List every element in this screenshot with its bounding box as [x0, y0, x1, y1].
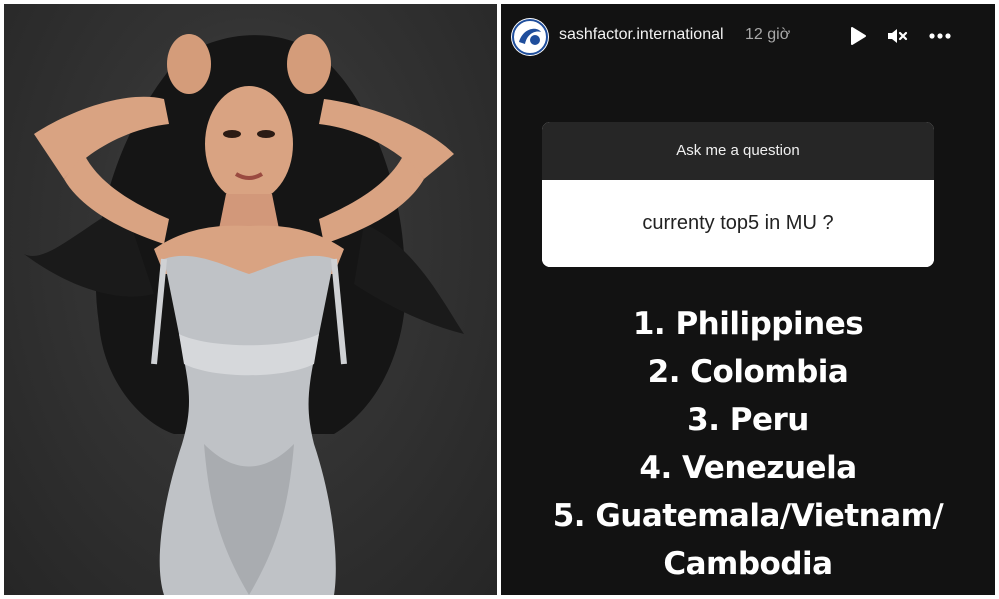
more-dots-icon[interactable] [928, 24, 952, 48]
model-photo [4, 4, 497, 595]
logo-icon [512, 19, 548, 55]
story-panel: sashfactor.international 12 giờ Ask me a… [501, 4, 995, 595]
question-text: currenty top5 in MU ? [542, 180, 934, 267]
account-username[interactable]: sashfactor.international [559, 26, 724, 44]
ranking-item: 2. Colombia [647, 354, 849, 390]
question-sticker-header: Ask me a question [542, 122, 934, 180]
ranking-item: 5. Guatemala/Vietnam/ [552, 498, 944, 534]
account-avatar[interactable] [511, 18, 549, 56]
ranking-item: Cambodia [663, 546, 833, 582]
ranking-item: 4. Venezuela [639, 450, 857, 486]
story-header: sashfactor.international 12 giờ [501, 4, 995, 66]
ranking-list: 1. Philippines 2. Colombia 3. Peru 4. Ve… [501, 300, 995, 588]
play-icon[interactable] [845, 24, 869, 48]
ranking-item: 3. Peru [687, 402, 809, 438]
speaker-muted-icon[interactable] [885, 24, 909, 48]
ranking-item: 1. Philippines [632, 306, 864, 342]
story-timestamp: 12 giờ [745, 26, 791, 43]
question-sticker: Ask me a question currenty top5 in MU ? [542, 122, 934, 267]
photo-illustration [24, 34, 464, 595]
